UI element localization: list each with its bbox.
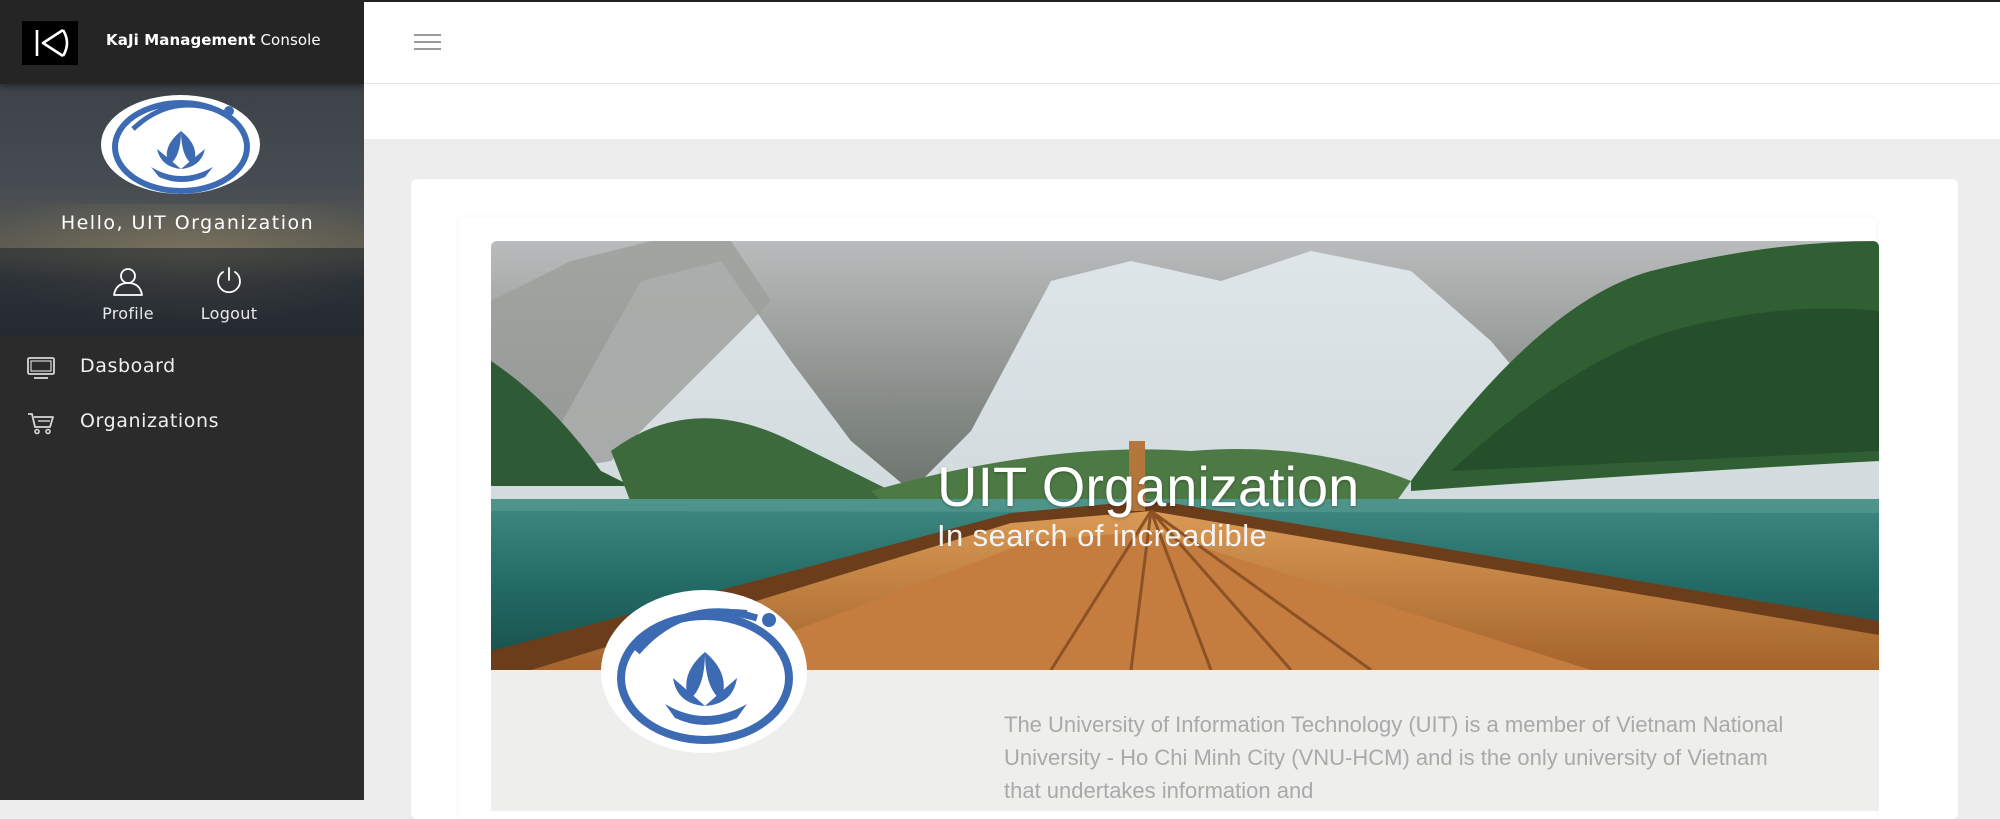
sub-header (364, 84, 2000, 139)
brand-suffix: Console (260, 31, 321, 49)
brand-title: KaJi Management Console (106, 31, 321, 49)
sidebar-item-label: Dasboard (80, 355, 176, 377)
top-bar (364, 0, 2000, 83)
organization-tagline: In search of increadible (937, 518, 1268, 553)
avatar[interactable] (101, 95, 260, 194)
brand-name: KaJi Management (106, 31, 256, 49)
profile-link[interactable]: Profile (83, 266, 173, 323)
organization-logo (601, 590, 807, 753)
organization-description: The University of Information Technology… (1004, 712, 1784, 803)
organization-name: UIT Organization (937, 455, 1360, 518)
user-panel: Hello, UIT Organization Profile Logout (0, 84, 364, 336)
brand-bar: KaJi Management Console (0, 0, 364, 84)
sidebar-nav: Dasboard Organizations (0, 340, 364, 450)
kaji-logo-icon[interactable] (22, 21, 78, 65)
panel-background-band (0, 248, 364, 336)
logout-link[interactable]: Logout (184, 266, 274, 323)
power-icon (217, 267, 241, 294)
sidebar: KaJi Management Console Hello, UIT Organ… (0, 0, 364, 800)
hamburger-icon[interactable] (414, 34, 441, 54)
logout-label: Logout (200, 304, 258, 323)
sidebar-item-dashboard[interactable]: Dasboard (0, 340, 364, 395)
sidebar-item-organizations[interactable]: Organizations (0, 395, 364, 450)
monitor-icon (27, 357, 55, 379)
user-icon (113, 268, 143, 296)
sidebar-item-label: Organizations (80, 410, 220, 432)
cart-icon (28, 413, 54, 435)
profile-label: Profile (102, 304, 154, 323)
greeting-text: Hello, UIT Organization (60, 212, 315, 234)
organization-profile: UIT Organization In search of increadibl… (491, 241, 1879, 811)
